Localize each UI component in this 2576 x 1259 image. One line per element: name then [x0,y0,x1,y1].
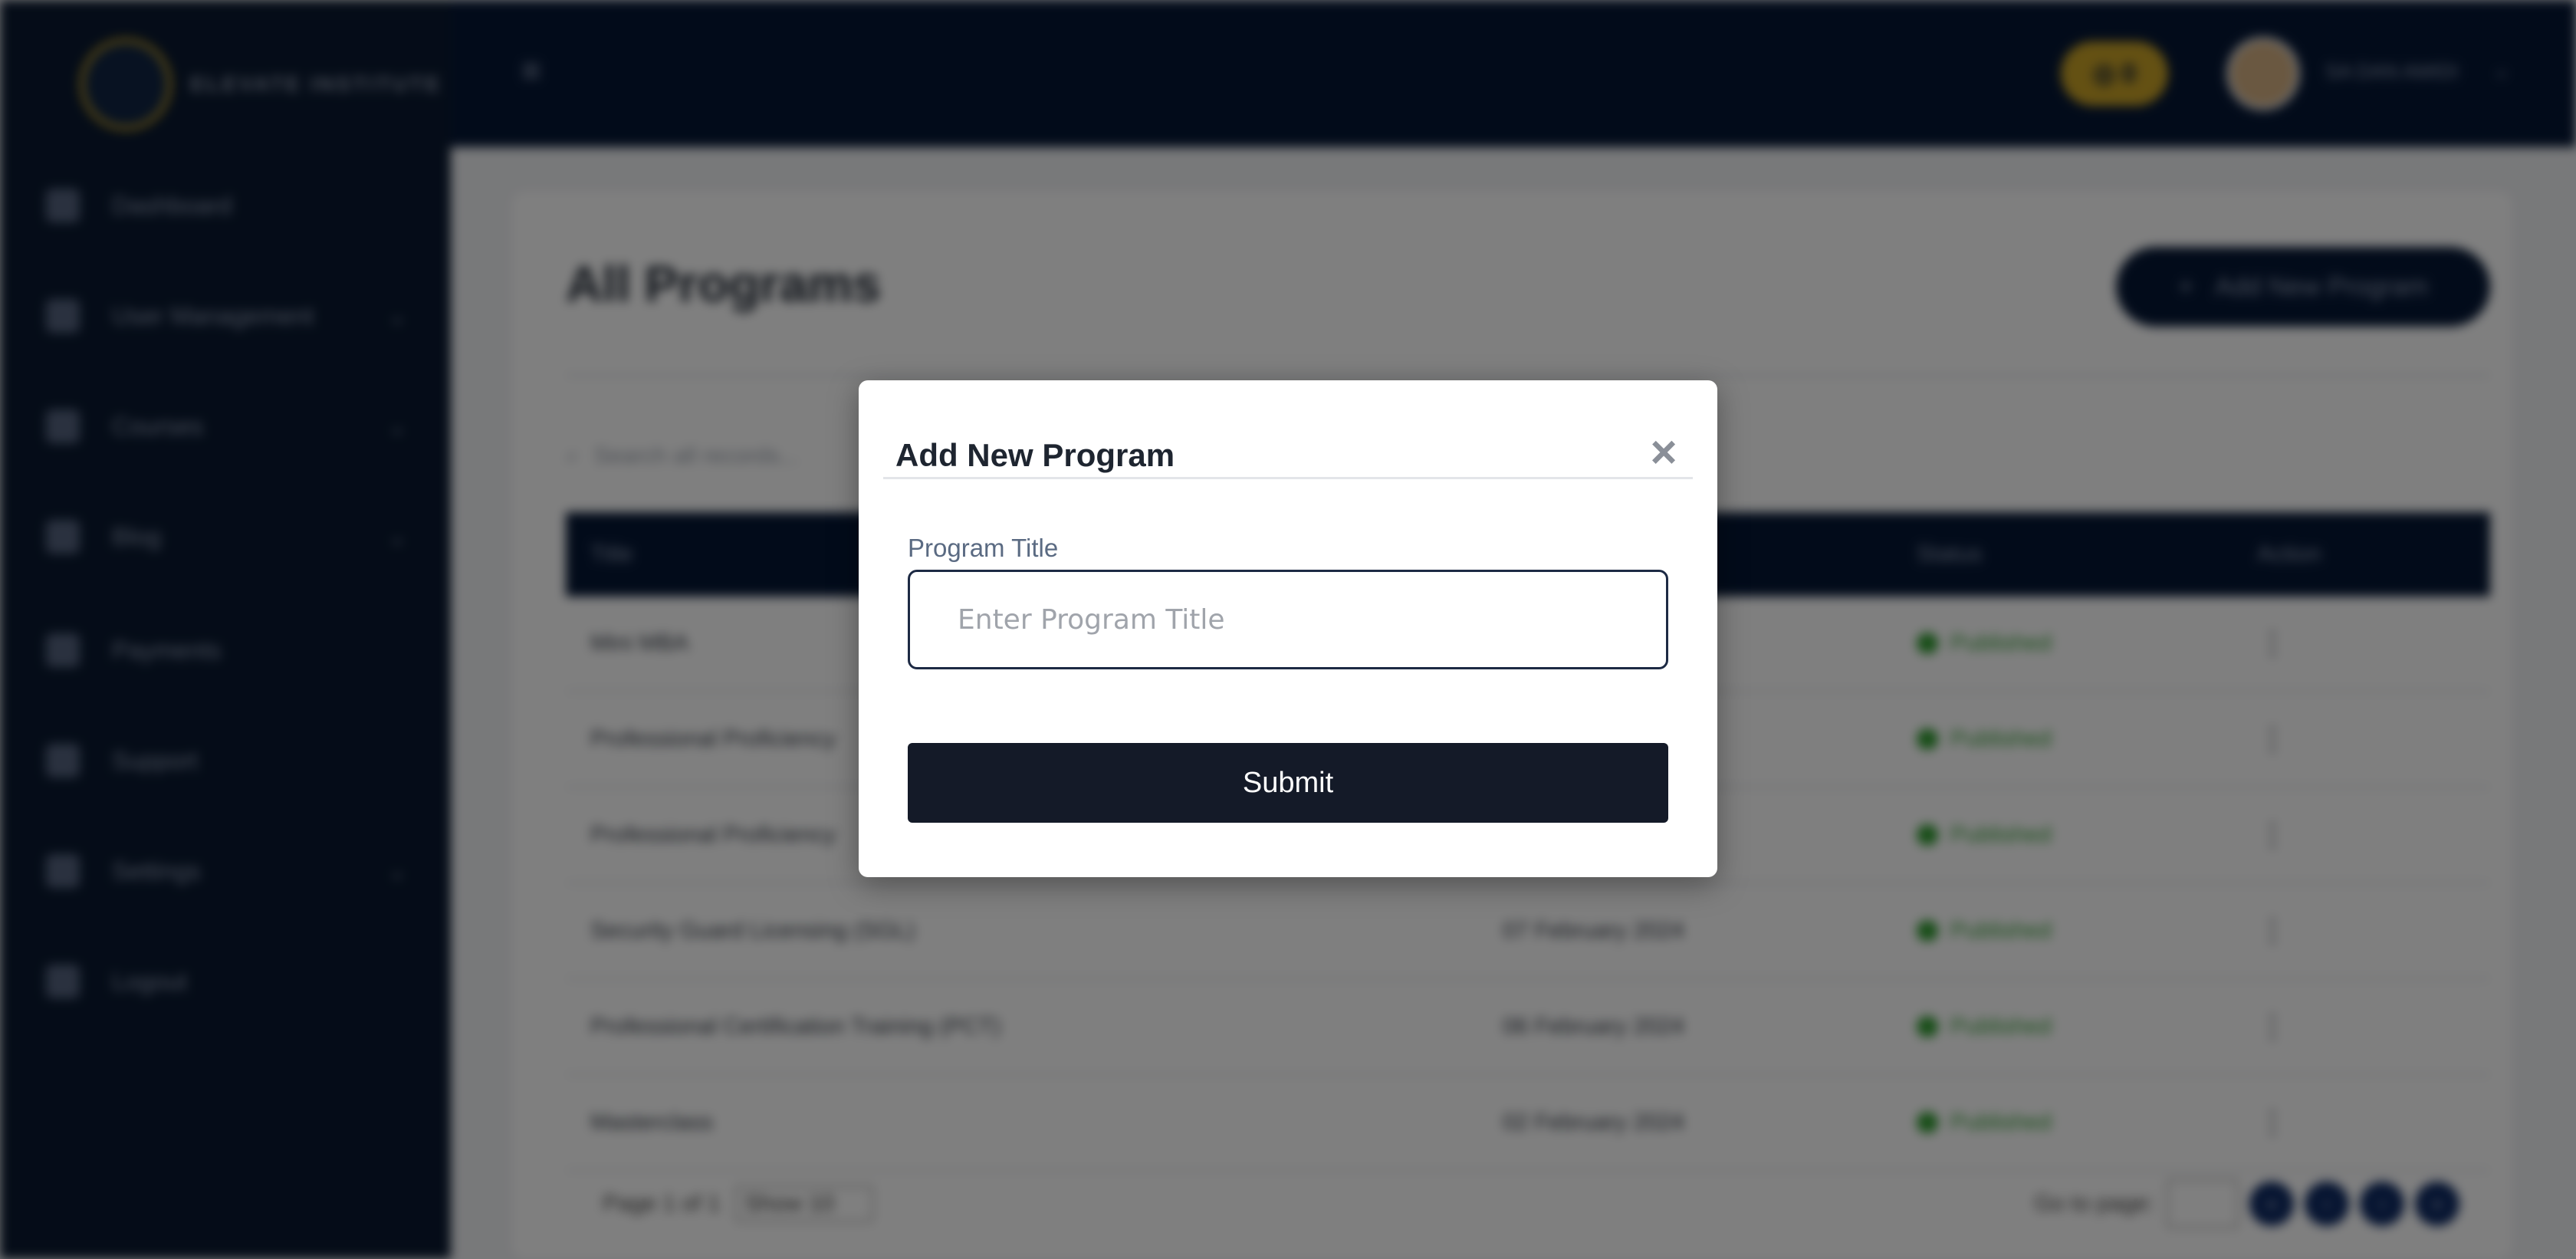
program-title-input[interactable] [908,570,1668,669]
program-title-label: Program Title [908,534,1059,562]
modal-title: Add New Program [895,437,1175,473]
close-icon[interactable]: × [1642,429,1685,475]
modal-divider [883,477,1693,479]
add-program-modal: Add New Program × Program Title Submit [859,380,1717,877]
submit-button[interactable]: Submit [908,743,1668,823]
